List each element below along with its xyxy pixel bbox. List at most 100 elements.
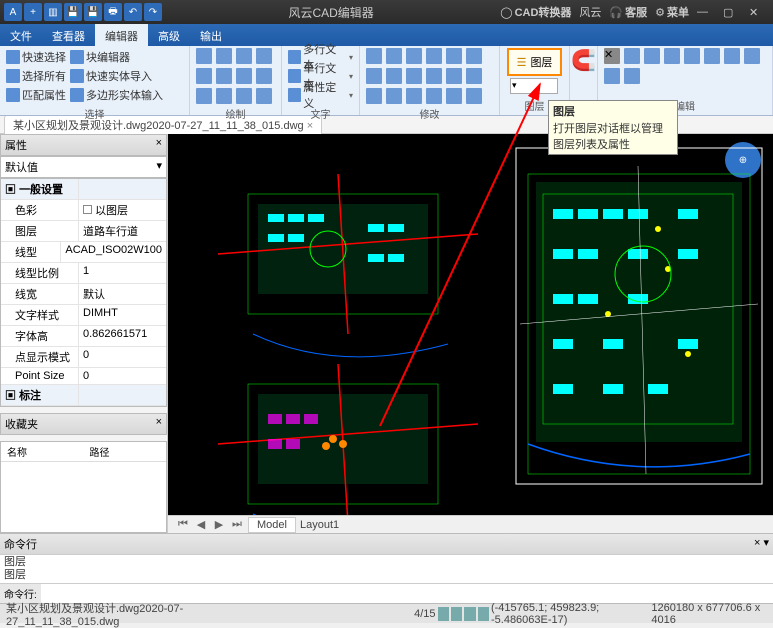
pedit-icon[interactable] [466,88,482,104]
fav-col-path[interactable]: 路径 [84,442,167,462]
draw-poly-icon[interactable] [196,68,212,84]
open-icon[interactable]: ▥ [44,3,62,21]
paste-icon[interactable] [644,48,660,64]
block-editor-button[interactable]: 块编辑器 [70,48,163,66]
converter-link[interactable]: ◯ CAD转换器 [500,4,571,20]
draw-rect-icon[interactable] [216,48,232,64]
draw-ellipse-icon[interactable] [216,68,232,84]
maximize-button[interactable]: ▢ [723,6,741,19]
support-link[interactable]: 🎧 客服 [609,4,647,20]
select-all-button[interactable]: 选择所有 [6,67,66,85]
find-icon[interactable] [664,48,680,64]
edit4-icon[interactable] [604,68,620,84]
table-row[interactable]: Point Size0 [1,368,166,385]
draw-spline-icon[interactable] [236,68,252,84]
save-icon[interactable]: 💾 [64,3,82,21]
mirror-icon[interactable] [426,48,442,64]
join-icon[interactable] [386,88,402,104]
fav-panel-header[interactable]: 收藏夹× [0,413,167,435]
props-panel-header[interactable]: 属性× [0,134,167,156]
panel-close-icon[interactable]: × [156,137,162,153]
tab-layout1[interactable]: Layout1 [300,519,339,531]
trim-icon[interactable] [366,68,382,84]
stat-icon[interactable] [464,607,475,621]
stat-icon[interactable] [438,607,449,621]
menu-link[interactable]: ⚙ 菜单 [655,4,689,20]
tab-first-icon[interactable]: ⏮ [176,518,190,531]
brand-link[interactable]: 风云 [579,4,601,20]
draw-arc-icon[interactable] [236,48,252,64]
layer-button[interactable]: ☰ 图层 [507,48,563,76]
attrdef-button[interactable]: 属性定义 [288,86,353,104]
tab-close-icon[interactable]: × [307,120,313,132]
close-button[interactable]: ✕ [749,6,767,19]
edit3-icon[interactable] [744,48,760,64]
draw-dim-icon[interactable] [256,88,272,104]
undo-icon[interactable]: ↶ [124,3,142,21]
stat-icon[interactable] [451,607,462,621]
magnet-icon[interactable]: 🧲 [571,48,596,73]
table-row[interactable]: 线宽默认 [1,284,166,305]
props-dropdown[interactable]: 默认值▾ [0,156,167,178]
align-icon[interactable] [446,88,462,104]
fast-entity-button[interactable]: 快速实体导入 [70,67,163,85]
props-icon[interactable] [684,48,700,64]
minimize-button[interactable]: — [697,6,715,18]
tab-model[interactable]: Model [248,517,296,533]
table-row[interactable]: 字体高0.862661571 [1,326,166,347]
app-icon[interactable]: A [4,3,22,21]
offset-icon[interactable] [446,68,462,84]
extend-icon[interactable] [386,68,402,84]
stretch-icon[interactable] [466,48,482,64]
draw-line-icon[interactable] [196,48,212,64]
fillet-icon[interactable] [406,68,422,84]
copy-icon[interactable] [386,48,402,64]
quick-select-button[interactable]: 快速选择 [6,48,66,66]
draw-point-icon[interactable] [256,68,272,84]
scale-icon[interactable] [446,48,462,64]
table-row[interactable]: 点显示模式0 [1,347,166,368]
draw-region-icon[interactable] [216,88,232,104]
tab-viewer[interactable]: 查看器 [42,24,95,46]
stat-icon[interactable] [478,607,489,621]
table-row[interactable]: 色彩 以图层 [1,200,166,221]
saveall-icon[interactable]: 💾 [84,3,102,21]
command-header[interactable]: 命令行× ▾ [0,534,773,555]
poly-entity-button[interactable]: 多边形实体输入 [70,86,163,104]
tab-editor[interactable]: 编辑器 [95,24,148,46]
panel-close-icon[interactable]: × [156,416,162,432]
rotate-icon[interactable] [406,48,422,64]
match-props-button[interactable]: 匹配属性 [6,86,66,104]
cut-icon[interactable]: ✕ [604,48,620,64]
edit5-icon[interactable] [624,68,640,84]
print-icon[interactable]: 🖶 [104,3,122,21]
erase-icon[interactable] [426,88,442,104]
tab-file[interactable]: 文件 [0,24,42,46]
explode-icon[interactable] [406,88,422,104]
table-row[interactable]: 线型比例1 [1,263,166,284]
table-row[interactable]: 线型ACAD_ISO02W100 [1,242,166,263]
tab-export[interactable]: 输出 [190,24,232,46]
copyclip-icon[interactable] [624,48,640,64]
break-icon[interactable] [366,88,382,104]
tab-next-icon[interactable]: ▶ [212,518,226,531]
chamfer-icon[interactable] [426,68,442,84]
draw-block-icon[interactable] [236,88,252,104]
edit2-icon[interactable] [724,48,740,64]
move-icon[interactable] [366,48,382,64]
tab-last-icon[interactable]: ⏭ [230,518,244,531]
drawing-canvas[interactable]: ⊕ [168,134,773,533]
draw-hatch-icon[interactable] [196,88,212,104]
tab-advanced[interactable]: 高级 [148,24,190,46]
draw-circle-icon[interactable] [256,48,272,64]
table-row[interactable]: 图层道路车行道 [1,221,166,242]
edit1-icon[interactable] [704,48,720,64]
array-icon[interactable] [466,68,482,84]
panel-close-icon[interactable]: × ▾ [754,536,769,552]
tab-prev-icon[interactable]: ◀ [194,518,208,531]
fav-col-name[interactable]: 名称 [1,442,84,462]
layer-dropdown[interactable]: ▾ [510,78,558,94]
new-icon[interactable]: + [24,3,42,21]
redo-icon[interactable]: ↷ [144,3,162,21]
table-row[interactable]: 文字样式DIMHT [1,305,166,326]
